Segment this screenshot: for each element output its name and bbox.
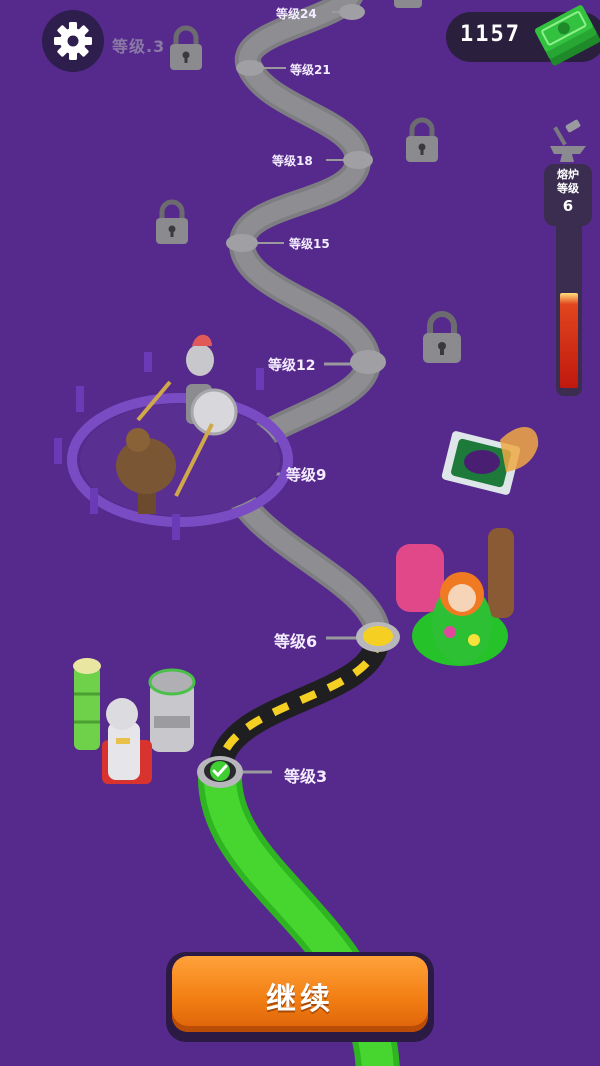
level-node-15[interactable] [226,234,258,252]
path-locked [219,0,391,649]
anvil-hammer-icon [550,119,586,162]
cash-stack-icon [534,5,600,66]
forge-level-value: 6 [562,197,574,215]
level-node-3[interactable] [197,756,243,788]
padlock-icon [394,0,422,8]
matryoshka-decoration [396,528,514,666]
continue-button[interactable]: 继续 [166,952,434,1042]
currency-value: 1157 [460,22,521,47]
forge-progress-bar [556,226,582,396]
padlock-icon [170,25,202,70]
arena-decoration [54,334,293,540]
path-current [208,624,390,784]
currency-counter: 1157 [446,5,600,66]
level-label-3: 等级3 [284,767,328,786]
level-node-6[interactable] [356,622,400,652]
forge-meter[interactable]: 熔炉 等级 6 [544,118,592,398]
level-label-21: 等级21 [290,63,331,77]
level-node-12[interactable] [350,350,386,374]
level-label-18: 等级18 [272,154,313,168]
continue-button-label: 继续 [266,982,334,1017]
game-map-screen: 等级24 等级21 等级18 等级15 等级12 等级9 等级6 等级3 等级.… [0,0,600,1066]
forge-level-panel: 熔炉 等级 6 [544,164,592,226]
padlock-icon [423,311,461,363]
portal-frame-decoration [441,427,539,495]
bamboo-decoration [73,658,101,750]
padlock-icon [156,199,188,244]
paint-can-decoration [148,668,196,752]
level-node-18[interactable] [343,151,373,169]
level-label-9: 等级9 [286,466,327,484]
gear-icon [54,22,92,60]
level-label-12: 等级12 [268,358,316,374]
current-level-indicator: 等级.3 [112,37,166,56]
statue-decoration [102,698,152,784]
forge-label: 熔炉 等级 [557,168,579,195]
level-label-6: 等级6 [274,632,318,651]
level-label-15: 等级15 [289,237,330,251]
continue-button-face: 继续 [172,956,428,1032]
padlock-icon [406,117,438,162]
level-label-24: 等级24 [276,7,317,21]
level-node-21[interactable] [236,60,264,76]
forge-progress-fill [560,293,578,388]
settings-button[interactable] [42,10,104,72]
level-node-24[interactable] [339,4,365,20]
